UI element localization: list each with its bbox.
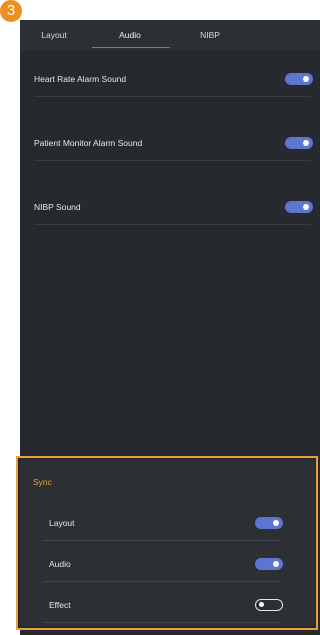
sync-effect-row: Effect — [43, 588, 283, 623]
setting-label: Audio — [49, 559, 71, 569]
active-tab-indicator — [92, 47, 170, 48]
sync-effect-toggle[interactable] — [255, 599, 283, 611]
setting-label: NIBP Sound — [34, 202, 81, 212]
sync-section-highlight: Sync Layout Audio Effect — [16, 456, 318, 630]
tab-layout[interactable]: Layout — [20, 20, 88, 50]
tab-nibp[interactable]: NIBP — [170, 20, 250, 50]
sync-layout-row: Layout — [43, 506, 283, 541]
sync-audio-toggle[interactable] — [255, 558, 283, 570]
nibp-sound-toggle[interactable] — [285, 201, 313, 213]
heart-rate-alarm-sound-toggle[interactable] — [285, 73, 313, 85]
nibp-sound-row: NIBP Sound — [34, 190, 313, 225]
tab-audio[interactable]: Audio — [90, 20, 170, 50]
sync-audio-row: Audio — [43, 547, 283, 582]
setting-label: Effect — [49, 600, 71, 610]
patient-monitor-alarm-sound-toggle[interactable] — [285, 137, 313, 149]
patient-monitor-alarm-sound-row: Patient Monitor Alarm Sound — [34, 126, 313, 161]
sync-layout-toggle[interactable] — [255, 517, 283, 529]
step-number-badge: 3 — [0, 0, 22, 22]
heart-rate-alarm-sound-row: Heart Rate Alarm Sound — [34, 62, 313, 97]
setting-label: Layout — [49, 518, 75, 528]
setting-label: Heart Rate Alarm Sound — [34, 74, 127, 84]
tab-bar: Layout Audio NIBP — [20, 20, 320, 50]
sync-section-title: Sync — [33, 477, 52, 487]
setting-label: Patient Monitor Alarm Sound — [34, 138, 143, 148]
sync-section: Sync Layout Audio Effect — [20, 460, 314, 626]
settings-panel: Layout Audio NIBP Heart Rate Alarm Sound… — [16, 20, 320, 635]
